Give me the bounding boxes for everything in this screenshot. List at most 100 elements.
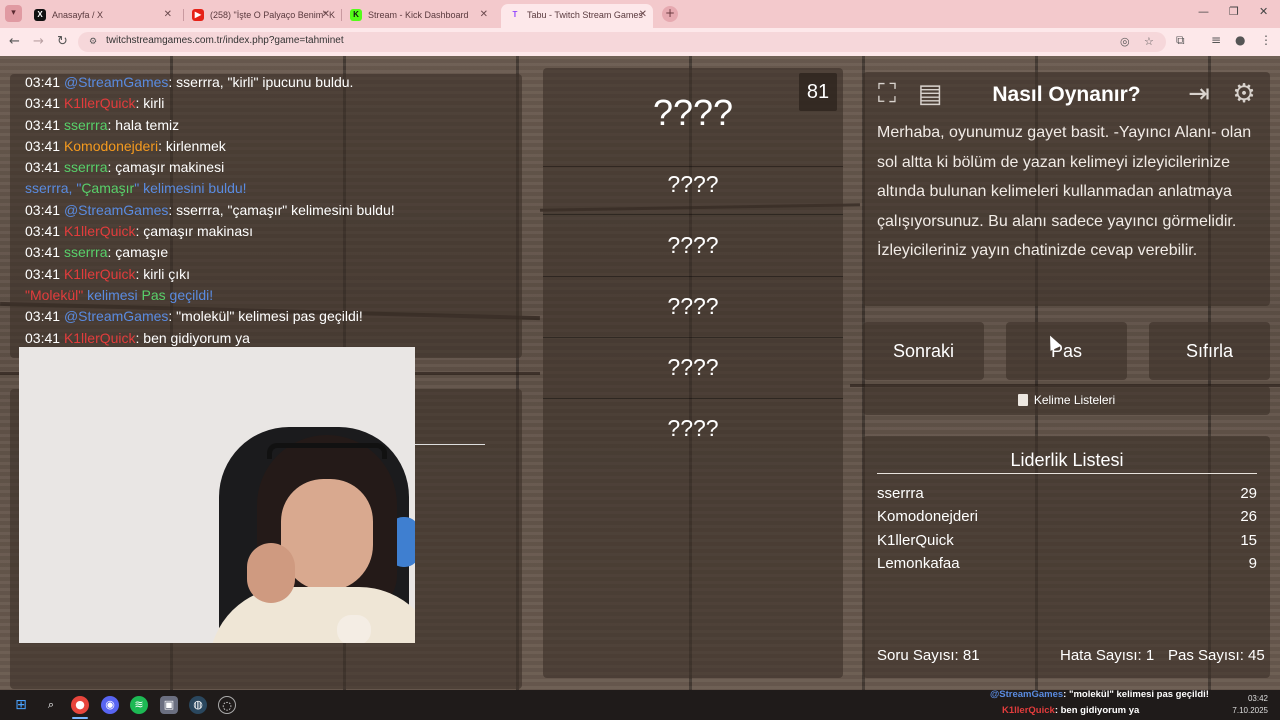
new-tab-button[interactable]: + — [662, 6, 678, 22]
close-window-icon[interactable]: ✕ — [1259, 5, 1268, 18]
chat-message: 03:41 @StreamGames: sserrra, "kirli" ipu… — [25, 74, 522, 93]
browser-tab-x[interactable]: X Anasayfa / X ✕ — [26, 4, 178, 28]
file-explorer-icon[interactable]: ▣ — [160, 696, 178, 714]
chat-message: 03:41 K1llerQuick: çamaşır makinası — [25, 221, 522, 242]
chat-username[interactable]: K1llerQuick — [64, 266, 136, 282]
windows-start-icon[interactable]: ⊞ — [12, 696, 30, 714]
clock-date: 7.10.2025 — [1232, 706, 1268, 715]
player-name: sserrra — [877, 485, 924, 502]
player-name: K1llerQuick — [877, 532, 954, 549]
tab-title: Anasayfa / X — [52, 10, 104, 20]
bookmark-star-icon[interactable]: ☆ — [1144, 35, 1154, 48]
chat-username[interactable]: @StreamGames — [64, 74, 168, 90]
obs-icon[interactable]: ◌ — [218, 696, 236, 714]
player-name: Komodonejderi — [877, 508, 978, 525]
back-arrow-icon[interactable]: ← — [9, 34, 20, 49]
chat-timestamp: 03:41 — [25, 74, 61, 90]
tab-search-menu-icon[interactable]: ▾ — [5, 5, 22, 22]
chat-text: : çamaşıe — [107, 244, 169, 261]
chat-message: 03:41 @StreamGames: "molekül" kelimesi p… — [25, 306, 522, 327]
taboo-word: ???? — [667, 415, 719, 441]
chat-system-text: kelimesi — [83, 286, 142, 303]
tab-close-icon[interactable]: ✕ — [322, 4, 330, 26]
chat-system-text: Pas — [141, 286, 166, 303]
cup — [337, 615, 371, 643]
address-bar[interactable]: ⚙ twitchstreamgames.com.tr/index.php?gam… — [78, 32, 1166, 52]
chat-username[interactable]: K1llerQuick — [64, 223, 136, 239]
overlay-text: : ben gidiyorum ya — [1054, 705, 1140, 716]
chat-message: 03:41 Komodonejderi: kirlenmek — [25, 136, 522, 157]
chat-timestamp: 03:41 — [25, 329, 61, 346]
tab-close-icon[interactable]: ✕ — [480, 4, 488, 26]
word-divider — [543, 276, 843, 277]
chat-username[interactable]: K1llerQuick — [64, 95, 136, 111]
stream-chat-overlay-line: K1llerQuick: ben gidiyorum ya — [1002, 705, 1139, 716]
extensions-icon[interactable]: ⧉ — [1176, 33, 1185, 48]
eye-off-icon[interactable]: ◎ — [1120, 35, 1130, 48]
profile-avatar-icon[interactable]: ● — [1235, 33, 1245, 47]
leaderboard-row: K1llerQuick 15 — [877, 532, 1257, 549]
site-info-icon[interactable]: ⚙ — [87, 36, 99, 48]
minimize-icon[interactable]: — — [1198, 5, 1209, 18]
taboo-word: ???? — [667, 171, 719, 197]
tab-title: Stream - Kick Dashboard — [368, 10, 469, 20]
chat-text: : sserrra, "çamaşır" kelimesini buldu! — [168, 201, 395, 218]
chat-username[interactable]: Komodonejderi — [64, 138, 158, 154]
question-count: Soru Sayısı: 81 — [877, 647, 980, 664]
player-score: 26 — [1240, 508, 1257, 525]
pass-button[interactable]: Pas — [1006, 322, 1127, 380]
chat-messages: 03:41 @StreamGames: sserrra, "kirli" ipu… — [25, 74, 522, 349]
chat-timestamp: 03:41 — [25, 244, 61, 261]
leaderboard-row: sserrra 29 — [877, 485, 1257, 502]
windows-taskbar: ⊞ ⌕ ● ◉ ≋ ▣ ◍ ◌ @StreamGames: "molekül" … — [0, 689, 1280, 720]
browser-menu-icon[interactable]: ⋮ — [1260, 33, 1272, 47]
discord-icon[interactable]: ◉ — [101, 696, 119, 714]
spotify-icon[interactable]: ≋ — [130, 696, 148, 714]
browser-tab-tabu[interactable]: T Tabu - Twitch Stream Games ✕ — [501, 4, 653, 28]
leaderboard-title: Liderlik Listesi — [1010, 450, 1124, 470]
chrome-icon[interactable]: ● — [71, 696, 89, 714]
chat-text: : sserrra, "kirli" ipucunu buldu. — [168, 74, 354, 90]
how-to-play-title: Nasıl Oynanır? — [992, 83, 1141, 106]
chat-username[interactable]: @StreamGames — [64, 308, 168, 324]
overlay-user: K1llerQuick — [1002, 705, 1055, 716]
browser-tab-kick[interactable]: K Stream - Kick Dashboard ✕ — [342, 4, 494, 28]
tab-close-icon[interactable]: ✕ — [164, 4, 172, 26]
chat-system-message: sserrra, "Çamaşır" kelimesini buldu! — [25, 178, 522, 199]
word-divider — [543, 214, 843, 215]
chat-timestamp: 03:41 — [25, 201, 61, 218]
browser-tab-youtube[interactable]: ▶ (258) "İşte O Palyaço Benim" K ✕ — [184, 4, 336, 28]
reload-icon[interactable]: ↻ — [57, 34, 68, 49]
chat-system-message: "Molekül" kelimesi Pas geçildi! — [25, 285, 522, 306]
url-text: twitchstreamgames.com.tr/index.php?game=… — [106, 35, 344, 46]
player-score: 9 — [1248, 555, 1257, 572]
reading-list-icon[interactable]: ≡ — [1211, 33, 1221, 47]
chat-username[interactable]: @StreamGames — [64, 202, 168, 218]
forward-arrow-icon[interactable]: → — [33, 34, 44, 49]
headset — [267, 443, 387, 459]
pass-count: Pas Sayısı: 45 — [1168, 647, 1265, 664]
word-lists-button[interactable]: Kelime Listeleri — [863, 386, 1270, 415]
stream-chat-overlay-line: @StreamGames: "molekül" kelimesi pas geç… — [990, 689, 1209, 700]
taboo-word: ???? — [667, 293, 719, 319]
how-to-play-text: Merhaba, oyunumuz gayet basit. -Yayıncı … — [877, 124, 1252, 259]
tab-close-icon[interactable]: ✕ — [639, 4, 647, 26]
chat-timestamp: 03:41 — [25, 95, 61, 112]
chat-system-text: " kelimesini buldu! — [134, 180, 247, 197]
reset-button[interactable]: Sıfırla — [1149, 322, 1270, 380]
chat-message: 03:41 sserrra: hala temiz — [25, 115, 522, 136]
chat-username[interactable]: K1llerQuick — [64, 330, 136, 346]
system-clock[interactable]: 03:42 7.10.2025 — [1232, 693, 1268, 717]
maximize-icon[interactable]: ❐ — [1229, 5, 1239, 18]
player-score: 29 — [1240, 485, 1257, 502]
word-divider — [543, 398, 843, 399]
chat-username[interactable]: sserrra — [64, 244, 108, 260]
chat-username[interactable]: sserrra — [64, 117, 108, 133]
next-button[interactable]: Sonraki — [863, 322, 984, 380]
search-icon[interactable]: ⌕ — [42, 696, 60, 714]
chat-username[interactable]: sserrra — [64, 159, 108, 175]
chat-message: 03:41 K1llerQuick: kirli çıkı — [25, 264, 522, 285]
steam-icon[interactable]: ◍ — [189, 696, 207, 714]
chat-text: : ben gidiyorum ya — [135, 329, 250, 346]
overlay-text: : "molekül" kelimesi pas geçildi! — [1063, 689, 1209, 700]
